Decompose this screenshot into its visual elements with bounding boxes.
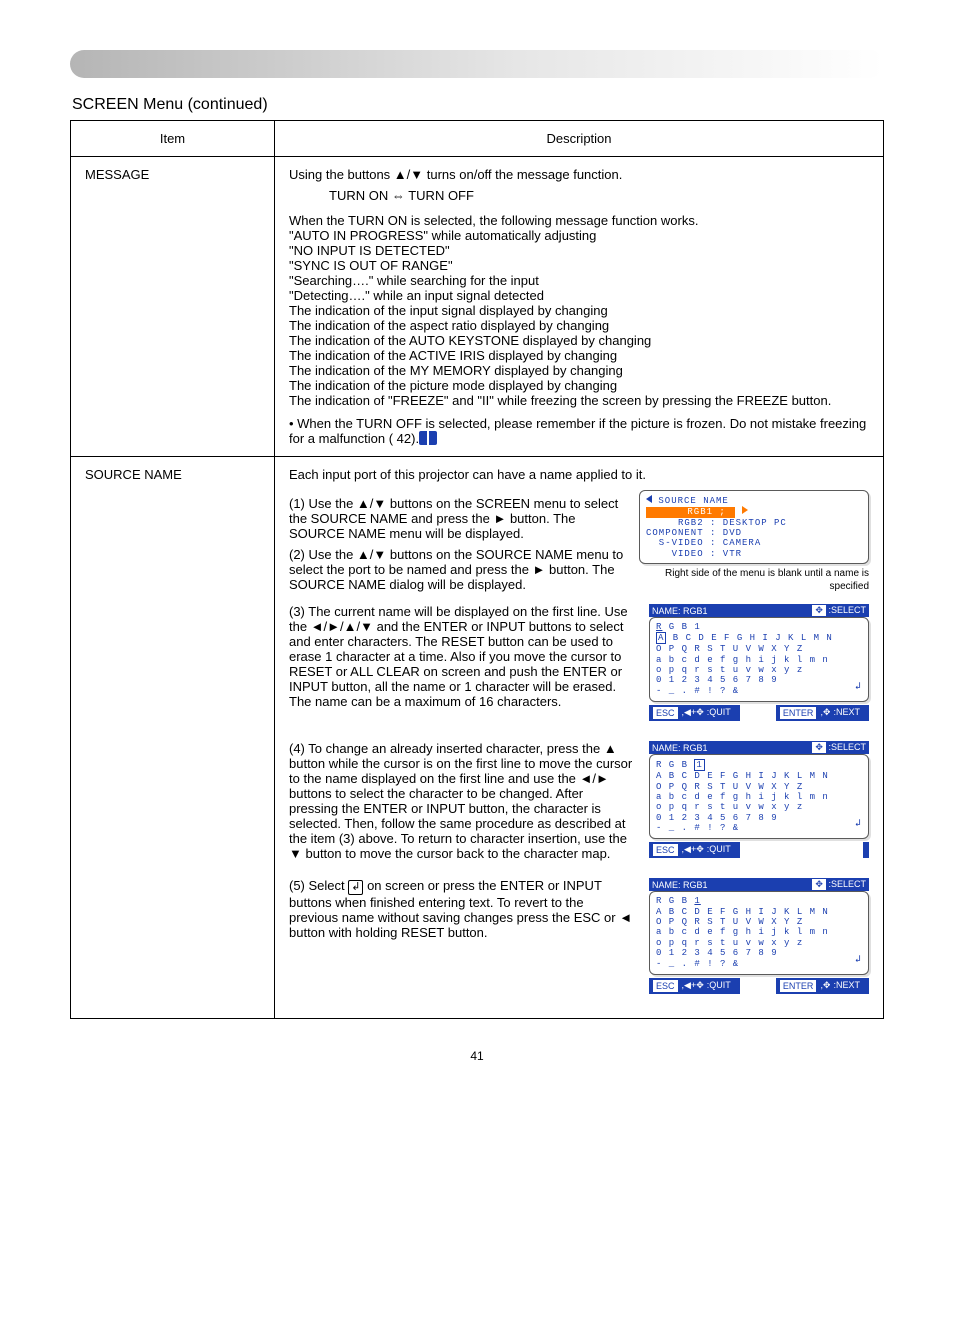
message-bullet: The indication of the picture mode displ… (289, 378, 869, 393)
message-intro: Using the buttons ▲/▼ turns on/off the m… (289, 167, 869, 182)
desc-message: Using the buttons ▲/▼ turns on/off the m… (275, 157, 884, 457)
th-item: Item (71, 121, 275, 157)
message-bullet: "Detecting…." while an input signal dete… (289, 288, 869, 303)
sn-intro: Each input port of this projector can ha… (289, 467, 869, 482)
message-bullets: "AUTO IN PROGRESS" while automatically a… (289, 228, 869, 408)
sn-step5: (5) Select ↲ on screen or press the ENTE… (289, 878, 635, 940)
message-bullet: The indication of the AUTO KEYSTONE disp… (289, 333, 869, 348)
section-header-bar (70, 50, 884, 78)
message-bullet: The indication of the input signal displ… (289, 303, 869, 318)
charmap-line: a b c d e f g h i j k l m n (656, 792, 862, 802)
message-note: • When the TURN OFF is selected, please … (289, 416, 869, 446)
menu-caption: Right side of the menu is blank until a … (639, 568, 869, 593)
message-bullet: "AUTO IN PROGRESS" while automatically a… (289, 228, 869, 243)
message-bullet: "SYNC IS OUT OF RANGE" (289, 258, 869, 273)
settings-table: Item Description MESSAGE Using the butto… (70, 120, 884, 1019)
charmap-line: A B C D E F G H I J K L M N (656, 771, 862, 781)
message-toggle: TURN ON ⇔ TURN OFF (329, 188, 869, 203)
charmap-line: - _ . # ! ? & ↲ (656, 959, 862, 971)
charmap-line: O P Q R S T U V W X Y Z (656, 917, 862, 927)
sn-step2: (2) Use the ▲/▼ buttons on the SOURCE NA… (289, 547, 625, 592)
dialog-3: NAME: RGB1✥ :SELECT R G B 1 A B C D E F … (649, 878, 869, 994)
charmap-line: A B C D E F G H I J K L M N (656, 907, 862, 917)
desc-sourcename: Each input port of this projector can ha… (275, 457, 884, 1019)
sn-step1: (1) Use the ▲/▼ buttons on the SCREEN me… (289, 496, 625, 541)
th-desc: Description (275, 121, 884, 157)
message-on-intro: When the TURN ON is selected, the follow… (289, 213, 869, 228)
message-bullet: "Searching…." while searching for the in… (289, 273, 869, 288)
charmap-line: - _ . # ! ? & ↲ (656, 823, 862, 835)
enter-icon: ↲ (348, 880, 363, 895)
message-bullet: "NO INPUT IS DETECTED" (289, 243, 869, 258)
menu-row: S-VIDEO : CAMERA (646, 538, 862, 548)
menu-row: COMPONENT : DVD (646, 528, 862, 538)
message-bullet: The indication of the ACTIVE IRIS displa… (289, 348, 869, 363)
charmap-line: 0 1 2 3 4 5 6 7 8 9 (656, 675, 862, 685)
menu-row: VIDEO : VTR (646, 549, 862, 559)
menu-row: RGB2 : DESKTOP PC (646, 518, 862, 528)
message-bullet: The indication of "FREEZE" and "II" whil… (289, 393, 869, 408)
charmap-line: a b c d e f g h i j k l m n (656, 655, 862, 665)
page-number: 41 (70, 1049, 884, 1063)
charmap-line: O P Q R S T U V W X Y Z (656, 644, 862, 654)
charmap-line: a b c d e f g h i j k l m n (656, 927, 862, 937)
charmap-line: 0 1 2 3 4 5 6 7 8 9 (656, 813, 862, 823)
section-title: SCREEN Menu (continued) (72, 96, 884, 114)
charmap-line: o p q r s t u v w x y z (656, 802, 862, 812)
charmap-line: o p q r s t u v w x y z (656, 665, 862, 675)
dialog-2: NAME: RGB1✥ :SELECT R G B 1 A B C D E F … (649, 741, 869, 858)
message-bullet: The indication of the aspect ratio displ… (289, 318, 869, 333)
sn-step4: (4) To change an already inserted charac… (289, 741, 635, 861)
menu-row: RGB1 ; (646, 506, 862, 517)
charmap-line: O P Q R S T U V W X Y Z (656, 782, 862, 792)
item-sourcename: SOURCE NAME (71, 457, 275, 1019)
source-name-menu: SOURCE NAME RGB1 ; RGB2 : DESKTOP PC COM… (639, 490, 869, 564)
charmap-line: - _ . # ! ? & ↲ (656, 686, 862, 698)
charmap-line: 0 1 2 3 4 5 6 7 8 9 (656, 948, 862, 958)
dialog-1: NAME: RGB1✥ :SELECT R G B 1 A B C D E F … (649, 604, 869, 721)
book-icon (419, 431, 437, 445)
charmap-line: A B C D E F G H I J K L M N (656, 632, 862, 644)
item-message: MESSAGE (71, 157, 275, 457)
sn-step3: (3) The current name will be displayed o… (289, 604, 635, 709)
message-bullet: The indication of the MY MEMORY displaye… (289, 363, 869, 378)
charmap-line: o p q r s t u v w x y z (656, 938, 862, 948)
